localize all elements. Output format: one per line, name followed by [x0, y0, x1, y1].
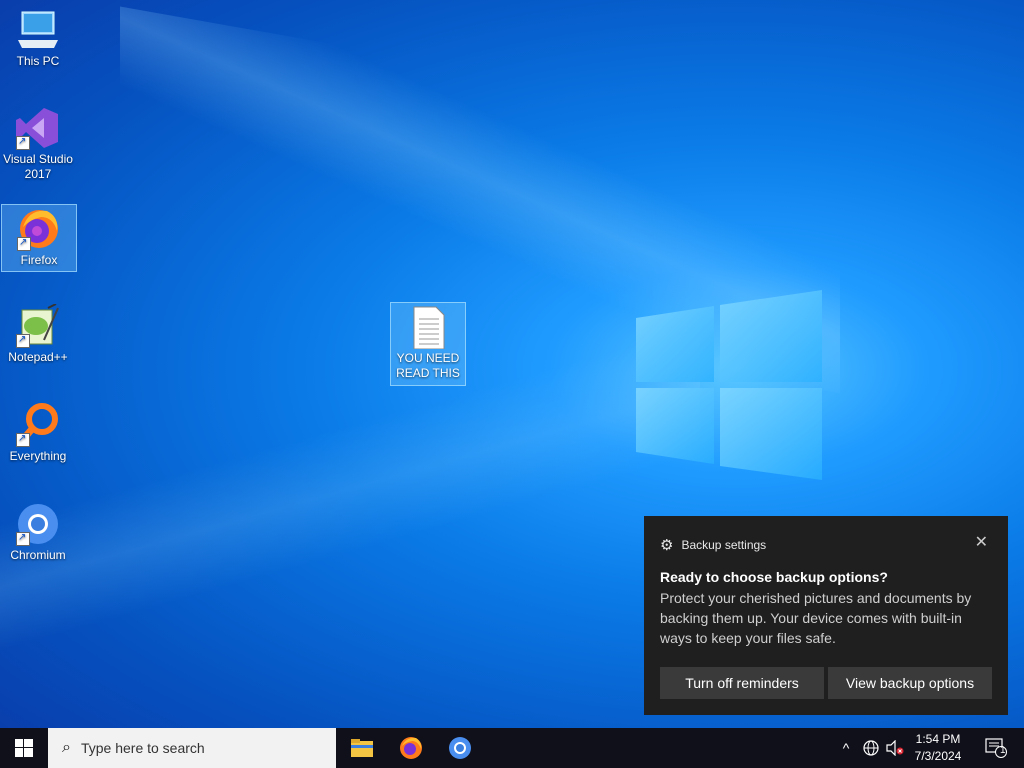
start-button[interactable]: [0, 728, 48, 768]
chromium-icon: [14, 502, 62, 546]
desktop-icon-everything[interactable]: Everything: [0, 401, 76, 469]
desktop-icon-label: Visual Studio 2017: [3, 152, 73, 181]
desktop-icon-label: Firefox: [20, 253, 58, 267]
shortcut-arrow-icon: [16, 431, 30, 447]
desktop-icon-label: YOU NEED READ THIS: [396, 351, 460, 380]
clock-time: 1:54 PM: [915, 732, 961, 746]
desktop-icon-label: Notepad++: [8, 350, 68, 364]
backup-notification-toast[interactable]: ⚙ Backup settings ✕ Ready to choose back…: [644, 516, 1008, 715]
notepad-plus-plus-icon: [14, 303, 62, 348]
gear-icon: ⚙: [660, 537, 674, 554]
taskbar-search-box[interactable]: ⌕ Type here to search: [48, 728, 336, 768]
desktop-icon-visual-studio[interactable]: Visual Studio 2017: [0, 104, 76, 188]
desktop-icon-notepad-plus-plus[interactable]: Notepad++: [0, 302, 76, 370]
show-hidden-icons-chevron-icon[interactable]: ^: [836, 728, 856, 768]
toast-body: Protect your cherished pictures and docu…: [660, 590, 972, 646]
view-backup-options-button[interactable]: View backup options: [828, 667, 992, 699]
desktop-icon-label: Chromium: [10, 548, 66, 562]
notification-count-badge: 1: [1000, 745, 1006, 756]
folder-icon: [351, 739, 373, 757]
shortcut-arrow-icon: [16, 530, 30, 546]
computer-icon: [14, 8, 62, 52]
toast-header: ⚙ Backup settings: [660, 536, 766, 554]
taskbar-chromium[interactable]: [436, 728, 484, 768]
desktop-icon-firefox[interactable]: Firefox: [1, 204, 77, 272]
firefox-icon: [400, 737, 422, 759]
taskbar-clock[interactable]: 1:54 PM 7/3/2024: [902, 731, 974, 765]
windows-start-icon: [15, 739, 33, 757]
taskbar: ⌕ Type here to search ^ 1:54 PM 7/3/2024: [0, 728, 1024, 768]
wallpaper-light-beam: [0, 323, 700, 697]
firefox-icon: [15, 207, 63, 251]
chromium-icon: [449, 737, 471, 759]
toast-title: Ready to choose backup options?: [660, 569, 888, 585]
desktop-icon-label: This PC: [16, 54, 60, 68]
text-document-icon: [404, 305, 452, 350]
shortcut-arrow-icon: [16, 134, 30, 150]
search-placeholder: Type here to search: [80, 740, 205, 756]
clock-date: 7/3/2024: [914, 749, 962, 763]
everything-search-icon: [14, 403, 62, 447]
action-center-button[interactable]: 1: [976, 728, 1016, 768]
desktop-icon-this-pc[interactable]: This PC: [0, 6, 76, 74]
turn-off-reminders-button[interactable]: Turn off reminders: [660, 667, 824, 699]
network-globe-icon[interactable]: [860, 728, 882, 768]
taskbar-firefox[interactable]: [387, 728, 435, 768]
toast-app-name: Backup settings: [681, 538, 767, 552]
desktop-icon-label: Everything: [9, 449, 67, 463]
desktop-icon-chromium[interactable]: Chromium: [0, 500, 76, 568]
close-icon[interactable]: ✕: [975, 532, 988, 552]
shortcut-arrow-icon: [17, 235, 31, 251]
windows-logo-wallpaper: [636, 290, 822, 480]
visual-studio-icon: [14, 106, 62, 150]
desktop-icon-text-file[interactable]: YOU NEED READ THIS: [390, 302, 466, 386]
search-icon: ⌕: [62, 739, 71, 756]
shortcut-arrow-icon: [16, 332, 30, 348]
taskbar-file-explorer[interactable]: [338, 728, 386, 768]
